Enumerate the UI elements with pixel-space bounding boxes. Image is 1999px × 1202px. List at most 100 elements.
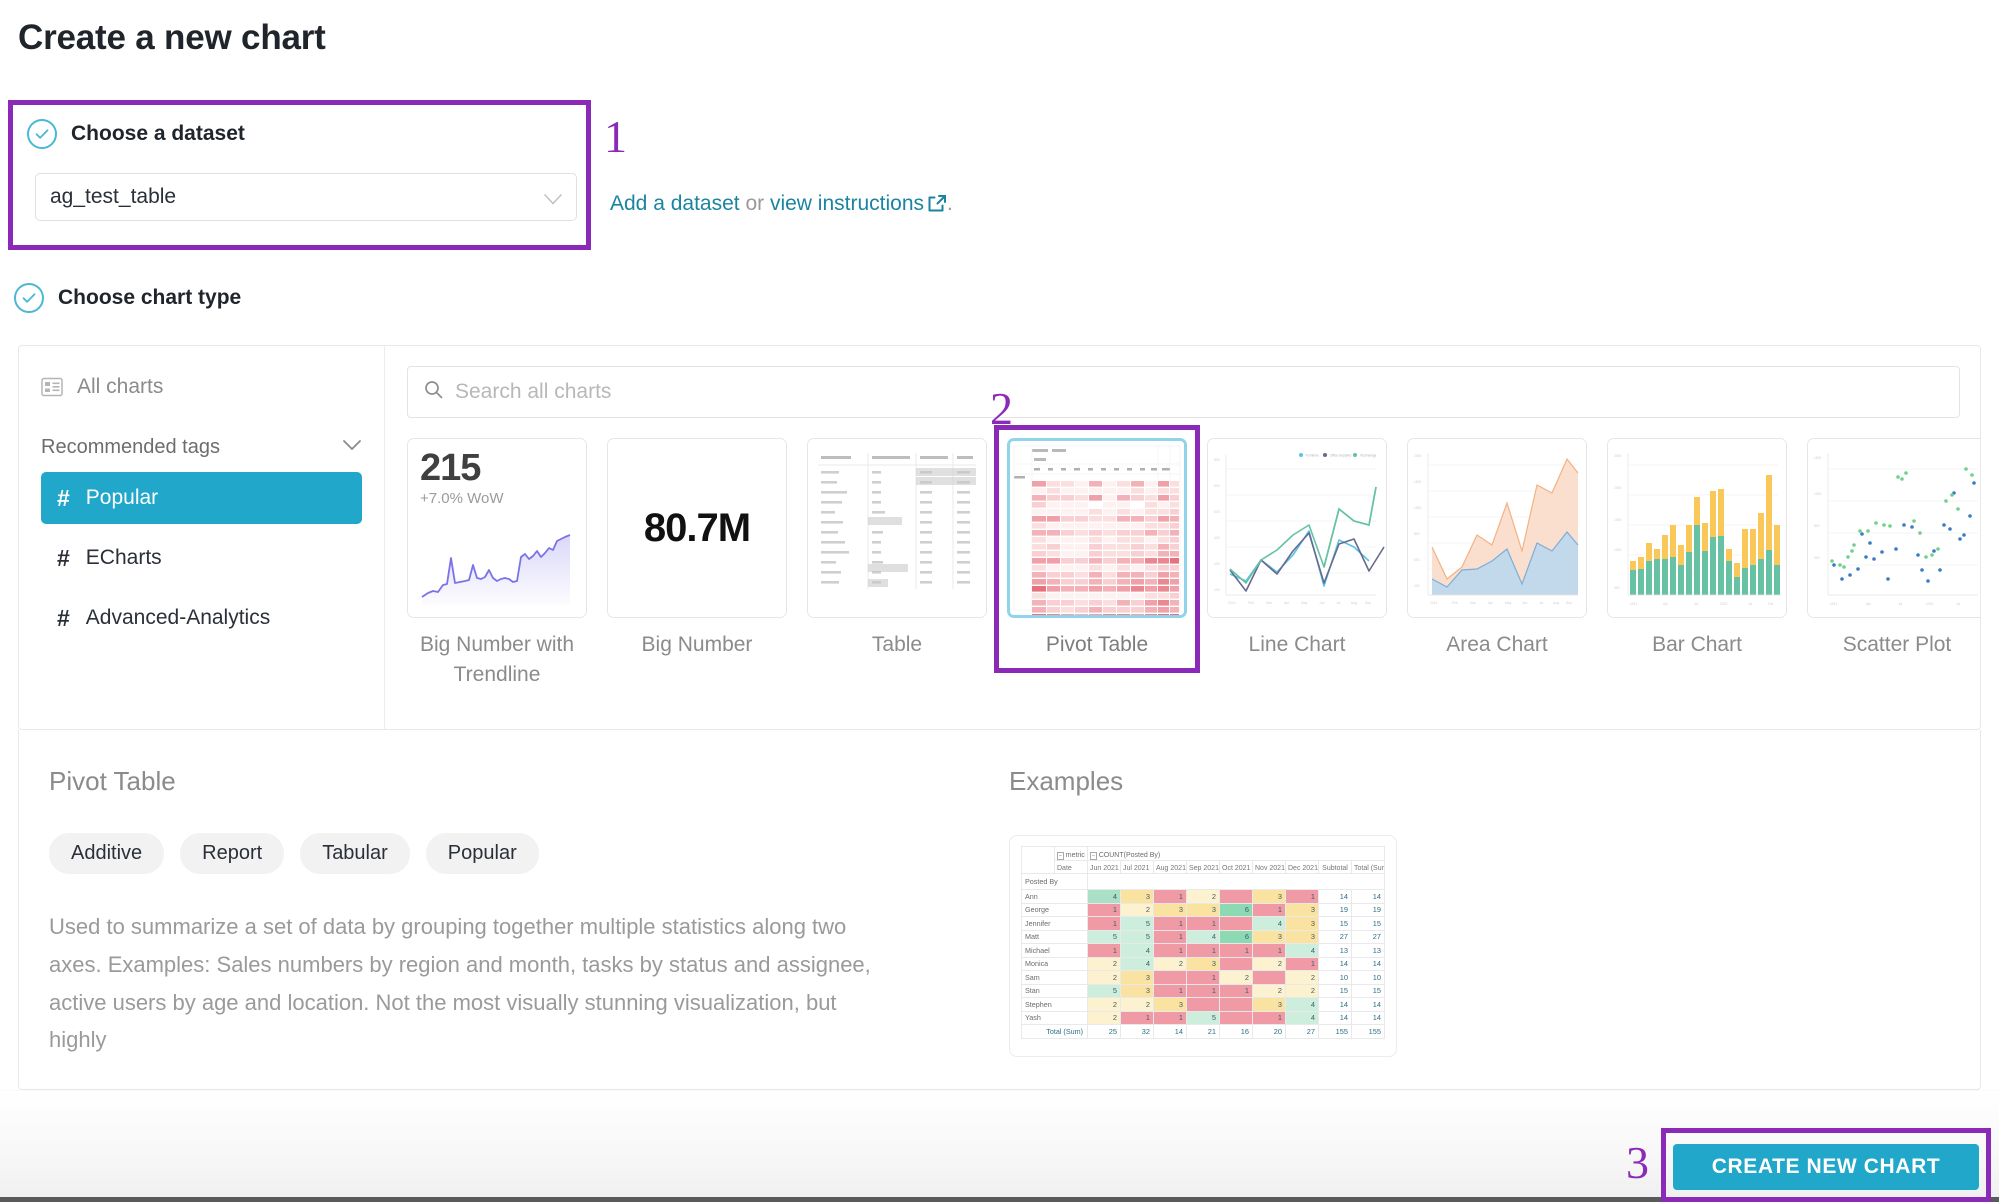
example-pivot-card: – metric – COUNT(Posted By) Date Jun 202… xyxy=(1009,835,1397,1057)
chart-thumb-big-number-with-trendline[interactable]: 215 +7.0% WoW Big Number with Trendline xyxy=(407,438,587,691)
chevron-down-icon-tags[interactable] xyxy=(342,438,362,456)
pivot-cell: 5 xyxy=(1087,983,1121,998)
pivot-cell: 1 xyxy=(1186,983,1220,998)
detail-tag-report[interactable]: Report xyxy=(180,833,285,874)
pivot-cell: 2 xyxy=(1087,997,1121,1012)
create-new-chart-button[interactable]: CREATE NEW CHART xyxy=(1673,1144,1979,1190)
pivot-cell: 4 xyxy=(1285,1010,1319,1025)
big-number-value: 215 xyxy=(420,447,481,489)
pivot-cell: 4 xyxy=(1285,997,1319,1012)
pivot-metric-row: – metric – COUNT(Posted By) xyxy=(1021,846,1385,874)
chevron-down-icon[interactable] xyxy=(544,192,562,205)
chart-thumb-line-chart[interactable]: 800 600 500 400 200 100 2014 Feb Mar Apr May Jun Ju… xyxy=(1207,438,1387,691)
pivot-col-jul: Jul 2021 xyxy=(1120,859,1154,874)
chart-thumb-big-number[interactable]: 80.7M Big Number xyxy=(607,438,787,691)
svg-text:1500: 1500 xyxy=(1814,456,1822,460)
pivot-data-row: Ann 4 3 1 2 3 1 14 14 xyxy=(1021,889,1385,904)
annotation-1: 1 xyxy=(604,111,627,162)
pivot-row-total: 27 xyxy=(1351,929,1385,944)
svg-text:1000: 1000 xyxy=(1414,506,1422,510)
pivot-data-row: Monica 2 4 2 3 2 1 14 14 xyxy=(1021,956,1385,971)
big-number-subtitle: +7.0% WoW xyxy=(420,490,504,507)
view-instructions-link[interactable]: view instructions xyxy=(770,192,924,215)
svg-text:600: 600 xyxy=(1214,484,1220,488)
svg-text:Jul: Jul xyxy=(1539,601,1543,605)
examples-title: Examples xyxy=(1009,766,1124,796)
pivot-cell: 1 xyxy=(1285,956,1319,971)
detail-tag-additive[interactable]: Additive xyxy=(49,833,165,874)
thumb-preview: 1500 1000 800 500 2014 Apr Jul 2015 Jul xyxy=(1807,438,1980,618)
search-all-charts[interactable]: Search all charts xyxy=(407,366,1960,418)
svg-text:Jul: Jul xyxy=(1748,602,1752,606)
pivot-cell: 2 xyxy=(1087,1010,1121,1025)
pivot-row-subtotal: 15 xyxy=(1318,916,1352,931)
search-icon xyxy=(424,380,443,404)
pivot-row-name: Yash xyxy=(1021,1010,1088,1025)
dataset-select[interactable]: ag_test_table xyxy=(35,173,577,221)
svg-text:3000: 3000 xyxy=(1614,454,1622,458)
pivot-cell: 4 xyxy=(1120,943,1154,958)
pivot-cell: 3 xyxy=(1120,970,1154,985)
svg-text:Sep: Sep xyxy=(1365,601,1371,605)
grid-list-icon xyxy=(41,377,63,397)
chart-thumb-scatter-plot[interactable]: 1500 1000 800 500 2014 Apr Jul 2015 Jul xyxy=(1807,438,1980,691)
detail-tag-popular[interactable]: Popular xyxy=(425,833,539,874)
pivot-data-row: Stephen 2 2 3 3 4 14 14 xyxy=(1021,997,1385,1012)
detail-tag-tabular[interactable]: Tabular xyxy=(300,833,410,874)
pivot-row-subtotal: 10 xyxy=(1318,970,1352,985)
chart-thumbnails-area: Search all charts 215 +7.0% WoW Big Numb… xyxy=(385,346,1980,729)
svg-text:Feb: Feb xyxy=(1452,601,1458,605)
pivot-table-preview-graphic xyxy=(1010,441,1184,615)
choose-chart-type-label: Choose chart type xyxy=(58,286,242,309)
pivot-row-name: Stan xyxy=(1021,983,1088,998)
svg-text:500: 500 xyxy=(1814,556,1820,560)
pivot-row-name: Ann xyxy=(1021,889,1088,904)
trendline-sparkline xyxy=(421,534,571,605)
pivot-cell: 4 xyxy=(1087,889,1121,904)
pivot-cell: 1 xyxy=(1186,970,1220,985)
pivot-cell: 3 xyxy=(1120,889,1154,904)
svg-text:800: 800 xyxy=(1214,458,1220,462)
svg-text:2015: 2015 xyxy=(1926,602,1934,606)
pivot-cell: 1 xyxy=(1219,983,1253,998)
sidebar-tag-advanced-analytics[interactable]: # Advanced-Analytics xyxy=(41,592,362,644)
sidebar-item-all-charts[interactable]: All charts xyxy=(41,364,362,410)
annotation-2: 2 xyxy=(990,383,1013,434)
table-preview-graphic xyxy=(808,439,986,617)
sidebar-tag-label: ECharts xyxy=(85,546,162,569)
pivot-count-label: – COUNT(Posted By) xyxy=(1087,846,1385,861)
pivot-cell: 2 xyxy=(1120,902,1154,917)
pivot-total-row-label: Total (Sum) xyxy=(1021,1024,1088,1039)
recommended-tags-toggle[interactable]: Recommended tags xyxy=(41,430,362,464)
chart-thumb-area-chart[interactable]: 2000 1500 1000 800 600 200 2014 Feb Mar Apr May Ju… xyxy=(1407,438,1587,691)
svg-text:800: 800 xyxy=(1414,532,1420,536)
svg-text:200: 200 xyxy=(1414,584,1420,588)
detail-tag-pills: Additive Report Tabular Popular xyxy=(49,833,969,874)
pivot-total-cell: 32 xyxy=(1120,1024,1154,1039)
svg-text:Sep: Sep xyxy=(1566,601,1572,605)
search-input-placeholder[interactable]: Search all charts xyxy=(455,380,611,404)
sidebar-tag-label: Popular xyxy=(85,486,159,509)
sidebar-tag-echarts[interactable]: # ECharts xyxy=(41,532,362,584)
chart-thumb-bar-chart[interactable]: 3000 2000 1500 1000 500 2014 Apr Jul 2015 Jul Oct xyxy=(1607,438,1787,691)
pivot-total-cell: 20 xyxy=(1252,1024,1286,1039)
add-dataset-link[interactable]: Add a dataset xyxy=(610,192,740,215)
svg-text:Aug: Aug xyxy=(1553,601,1559,605)
pivot-row-subtotal: 14 xyxy=(1318,956,1352,971)
svg-text:2015: 2015 xyxy=(1720,602,1728,606)
chart-thumb-label: Area Chart xyxy=(1446,633,1548,656)
pivot-row-total: 19 xyxy=(1351,902,1385,917)
pivot-row-total: 10 xyxy=(1351,970,1385,985)
sidebar-tag-popular[interactable]: # Popular xyxy=(41,472,362,524)
external-link-icon[interactable] xyxy=(928,194,947,219)
chart-thumb-table[interactable]: Table xyxy=(807,438,987,691)
svg-text:1500: 1500 xyxy=(1414,480,1422,484)
svg-text:500: 500 xyxy=(1614,586,1620,590)
svg-text:2014: 2014 xyxy=(1430,601,1438,605)
chart-detail-left: Pivot Table Additive Report Tabular Popu… xyxy=(19,730,999,1089)
chart-thumb-pivot-table[interactable]: Pivot Table xyxy=(994,425,1200,691)
svg-text:400: 400 xyxy=(1214,536,1220,540)
pivot-col-oct: Oct 2021 xyxy=(1219,859,1253,874)
hash-icon: # xyxy=(57,484,70,511)
period-text: . xyxy=(947,192,953,215)
